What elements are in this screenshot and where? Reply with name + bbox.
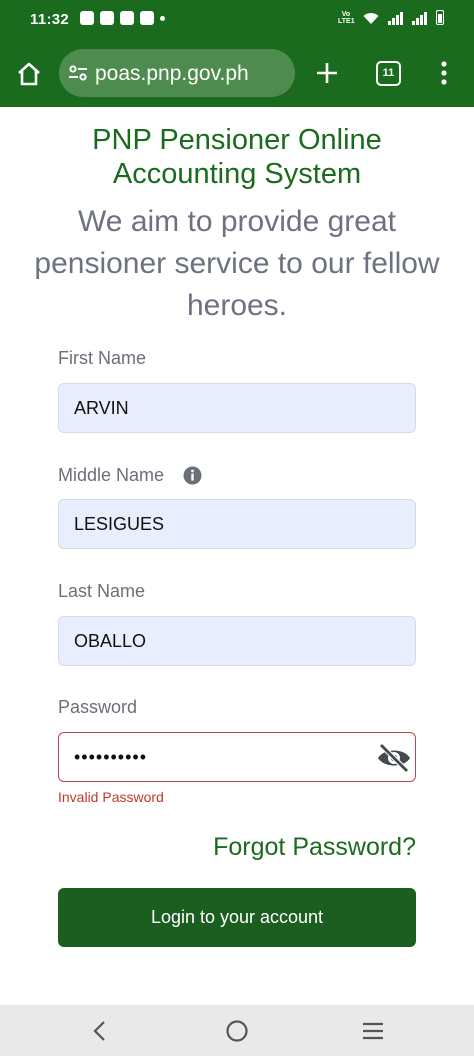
notification-icons: [80, 11, 165, 25]
signal-icon: [412, 12, 427, 25]
password-field[interactable]: ••••••••••: [58, 732, 416, 782]
page-title: PNP Pensioner Online Accounting System: [92, 124, 382, 190]
page-subtitle: We aim to provide great pensioner servic…: [34, 205, 440, 322]
home-circle-icon[interactable]: [224, 1018, 250, 1044]
back-icon[interactable]: [88, 1018, 112, 1044]
browser-toolbar: poas.pnp.gov.ph 11: [0, 40, 474, 107]
tiktok-icon: [80, 11, 94, 25]
kebab-menu-icon[interactable]: [438, 60, 450, 86]
youtube-icon: [100, 11, 114, 25]
system-icons: Vo LTE1: [338, 10, 444, 25]
login-button[interactable]: Login to your account: [58, 888, 416, 947]
battery-icon: [436, 10, 444, 25]
app-icon: [120, 11, 134, 25]
forgot-password-link[interactable]: Forgot Password?: [213, 833, 416, 862]
home-icon[interactable]: [16, 61, 42, 87]
info-icon[interactable]: [183, 466, 202, 485]
more-notifications-icon: [160, 15, 165, 21]
tab-count-button[interactable]: 11: [376, 61, 401, 86]
eye-off-icon[interactable]: [376, 742, 412, 774]
middle-name-field[interactable]: LESIGUES: [58, 499, 416, 549]
password-label: Password: [58, 697, 138, 717]
recents-icon[interactable]: [360, 1018, 386, 1044]
signal-icon: [388, 12, 403, 25]
address-bar[interactable]: poas.pnp.gov.ph: [59, 49, 295, 97]
app-icon: [140, 11, 154, 25]
password-error: Invalid Password: [58, 789, 164, 805]
last-name-label: Last Name: [58, 581, 146, 601]
status-time: 11:32: [30, 11, 70, 28]
wifi-icon: [363, 13, 379, 24]
last-name-field[interactable]: OBALLO: [58, 616, 416, 666]
volte-indicator: Vo LTE1: [338, 11, 355, 25]
url-text: poas.pnp.gov.ph: [95, 62, 249, 85]
system-nav-bar: [0, 1005, 474, 1056]
first-name-field[interactable]: ARVIN: [58, 383, 416, 433]
first-name-label: First Name: [58, 348, 147, 368]
tune-icon[interactable]: [67, 62, 89, 84]
status-bar: 11:32 Vo LTE1: [0, 0, 474, 40]
plus-icon[interactable]: [314, 60, 340, 86]
middle-name-label: Middle Name: [58, 465, 165, 485]
